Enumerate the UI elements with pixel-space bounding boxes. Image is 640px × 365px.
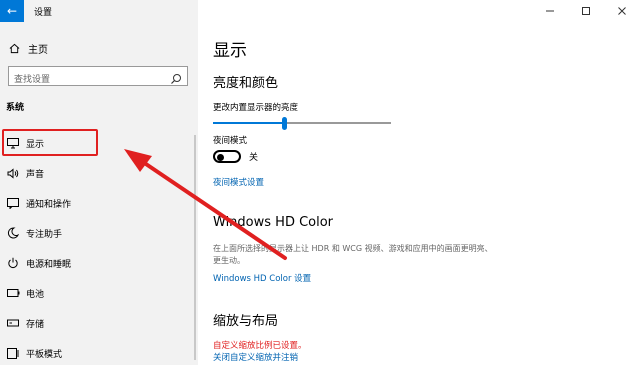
night-mode-toggle[interactable] <box>213 150 241 163</box>
sidebar-item-label: 存储 <box>26 319 45 330</box>
maximize-icon <box>582 7 590 15</box>
window-controls <box>532 0 640 24</box>
hdr-section-title: Windows HD Color <box>213 215 334 230</box>
sidebar-item-power-sleep[interactable]: 电源和睡眠 <box>0 248 198 278</box>
minimize-icon <box>546 10 554 12</box>
sidebar-item-storage[interactable]: 存储 <box>0 308 198 338</box>
scale-section-title: 缩放与布局 <box>213 314 279 329</box>
search-icon[interactable] <box>170 70 182 84</box>
toggle-knob <box>217 153 224 161</box>
sidebar-nav: 显示 声音 通知和操作 专注助手 电源和睡眠 电池 存储 平板模式 <box>0 128 198 365</box>
sidebar-item-battery[interactable]: 电池 <box>0 278 198 308</box>
scale-reset-link[interactable]: 关闭自定义缩放并注销 <box>213 351 298 363</box>
sidebar-item-label: 声音 <box>26 169 45 180</box>
sidebar-item-label: 专注助手 <box>26 229 63 240</box>
app-title: 设置 <box>34 8 53 18</box>
sidebar-item-label: 电源和睡眠 <box>26 259 72 270</box>
selection-highlight <box>2 129 98 156</box>
scale-warning: 自定义缩放比例已设置。 <box>213 341 307 351</box>
sidebar-item-focus-assist[interactable]: 专注助手 <box>0 218 198 248</box>
close-icon <box>618 7 626 15</box>
search-input[interactable] <box>9 71 159 89</box>
home-icon <box>6 43 22 54</box>
moon-icon <box>6 226 20 240</box>
back-arrow-icon: ← <box>6 4 18 18</box>
sidebar-item-label: 平板模式 <box>26 349 63 360</box>
home-link[interactable]: 主页 <box>6 40 48 56</box>
hdr-settings-link[interactable]: Windows HD Color 设置 <box>213 272 311 284</box>
minimize-button[interactable] <box>532 0 568 22</box>
search-box[interactable] <box>8 66 188 89</box>
close-button[interactable] <box>604 0 640 22</box>
sidebar-item-sound[interactable]: 声音 <box>0 158 198 188</box>
slider-fill <box>213 122 285 124</box>
night-mode-settings-link[interactable]: 夜间模式设置 <box>213 176 264 188</box>
sidebar-item-label: 通知和操作 <box>26 199 72 210</box>
back-button[interactable]: ← <box>0 0 24 22</box>
sidebar: ← 设置 主页 系统 显示 <box>0 0 198 365</box>
sidebar-item-notifications[interactable]: 通知和操作 <box>0 188 198 218</box>
night-mode-row: 关 <box>213 150 258 163</box>
power-icon <box>6 256 20 270</box>
night-mode-label: 夜间模式 <box>213 136 248 146</box>
hdr-description: 在上面所选择的显示器上让 HDR 和 WCG 视频、游戏和应用中的画面更明亮、更… <box>213 244 493 265</box>
speaker-icon <box>6 166 20 180</box>
maximize-button[interactable] <box>568 0 604 22</box>
section-label: 系统 <box>6 103 25 113</box>
battery-icon <box>6 286 20 300</box>
sidebar-item-label: 电池 <box>26 289 45 300</box>
brightness-section-title: 亮度和颜色 <box>213 76 279 91</box>
brightness-slider[interactable] <box>213 117 391 131</box>
slider-thumb[interactable] <box>282 117 288 130</box>
brightness-label: 更改内置显示器的亮度 <box>213 103 299 113</box>
sidebar-scrollbar[interactable] <box>194 135 196 360</box>
storage-icon <box>6 316 20 330</box>
title-bar: ← 设置 <box>0 0 198 24</box>
sidebar-item-tablet-mode[interactable]: 平板模式 <box>0 338 198 365</box>
tablet-icon <box>6 346 20 360</box>
night-mode-state: 关 <box>249 153 259 163</box>
home-label: 主页 <box>28 44 48 56</box>
page-title: 显示 <box>213 41 247 61</box>
notification-icon <box>6 196 20 210</box>
settings-window: ← 设置 主页 系统 显示 <box>0 0 640 365</box>
